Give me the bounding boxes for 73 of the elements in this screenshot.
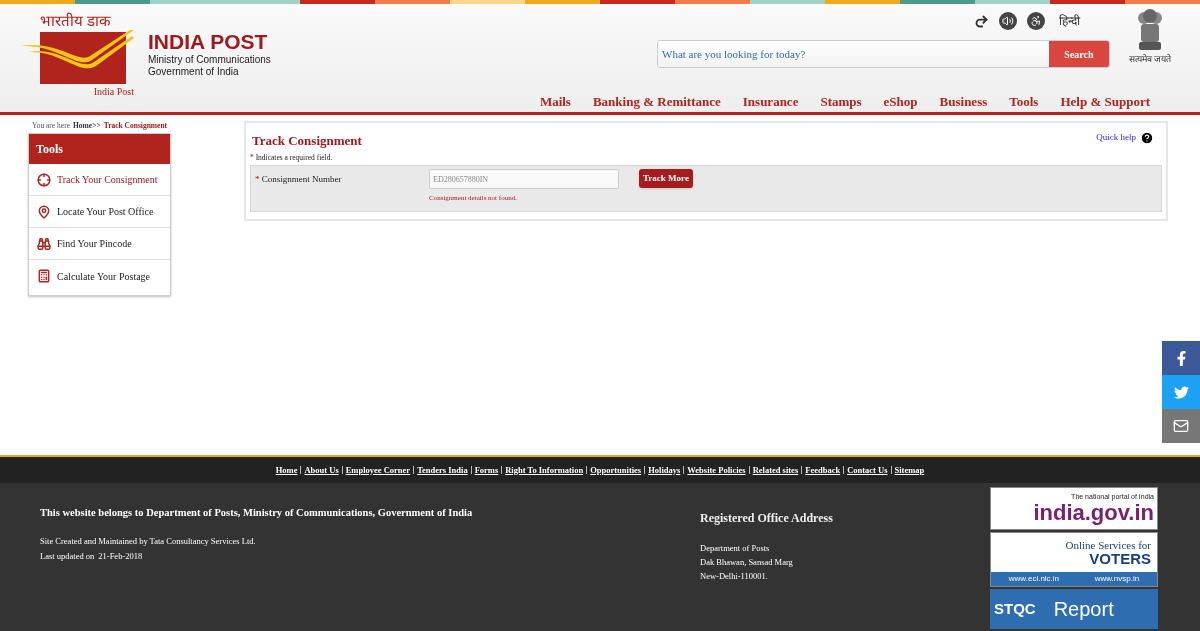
twitter-icon [1173, 384, 1189, 400]
sidebar-item[interactable]: Locate Your Post Office [29, 196, 170, 228]
quick-help-link[interactable]: Quick help [1096, 131, 1154, 145]
footer-link[interactable]: Employee Corner [345, 463, 411, 477]
footer-link[interactable]: Right To Information [505, 463, 584, 477]
tools-header: Tools [29, 134, 170, 164]
footer-link[interactable]: Sitemap [894, 463, 925, 477]
facebook-share-button[interactable] [1162, 341, 1200, 375]
speaker-icon [1002, 15, 1014, 27]
stqc-label: STQC [994, 598, 1036, 619]
email-share-button[interactable] [1162, 409, 1200, 443]
footer-link[interactable]: Website Policies [687, 463, 746, 477]
footer-link[interactable]: Feedback [805, 463, 841, 477]
sidebar-item[interactable]: Calculate Your Postage [29, 260, 170, 292]
twitter-share-button[interactable] [1162, 375, 1200, 409]
logo-caption: India Post [93, 86, 134, 98]
stqc-report-banner[interactable]: STQC Report [990, 589, 1158, 629]
emblem-motto: सत्यमेव जयते [1128, 54, 1172, 64]
help-icon [1140, 131, 1154, 145]
redo-icon[interactable] [974, 13, 989, 29]
site-subtitle: Ministry of Communications [148, 54, 271, 66]
nav-link[interactable]: Help & Support [1060, 94, 1150, 110]
address-line: Dak Bhawan, Sansad Marg [700, 556, 794, 569]
report-label: Report [1053, 597, 1114, 622]
voters-line: Online Services for [1065, 538, 1151, 551]
search-bar[interactable]: What are you looking for today? Search [657, 40, 1110, 68]
footer-link[interactable]: Holidays [648, 463, 681, 477]
voters-word: VOTERS [1089, 550, 1151, 567]
envelope-icon [1173, 418, 1189, 434]
footer-link[interactable]: Forms [474, 463, 499, 477]
site-title: INDIA POST [148, 30, 269, 54]
binoculars-icon [37, 236, 51, 251]
nav-link[interactable]: Business [939, 94, 988, 110]
voters-site: www.eci.nic.in [1008, 573, 1060, 585]
footer-link[interactable]: Tenders India [417, 463, 468, 477]
crosshair-icon [37, 172, 51, 187]
accessibility-button[interactable] [1027, 12, 1045, 30]
address-line: Department of Posts [700, 542, 771, 555]
footer-link[interactable]: About Us [304, 463, 339, 477]
search-field[interactable]: What are you looking for today? [658, 41, 1049, 67]
nav-link[interactable]: Stamps [820, 94, 862, 110]
form-title: Track Consignment [252, 133, 362, 149]
nav-link[interactable]: Tools [1009, 94, 1039, 110]
audio-button[interactable] [999, 12, 1017, 30]
sidebar-item[interactable]: Find Your Pincode [29, 228, 170, 260]
search-button[interactable]: Search [1049, 41, 1109, 67]
track-more-button[interactable]: Track More [639, 169, 693, 188]
wheelchair-icon [1030, 15, 1042, 27]
maintainer-text: Site Created and Maintained by Tata Consultancy Services Ltd. [40, 534, 257, 548]
voters-banner[interactable]: Online Services for VOTERS www.eci.nic.in www.nvsp.in [990, 532, 1158, 587]
site-subtitle: Government of India [148, 66, 240, 78]
calculator-icon [37, 269, 51, 283]
footer-link[interactable]: Contact Us [847, 463, 888, 477]
field-label: * Consignment Number [254, 173, 343, 186]
ownership-text: This website belongs to Department of Posts, Ministry of Communications, Government of India [40, 506, 474, 520]
portal-name: india.gov.in [1033, 500, 1154, 525]
map-pin-icon [37, 204, 51, 219]
logo-hindi-text: भारतीय डाक [40, 12, 111, 30]
nav-link[interactable]: eShop [883, 94, 918, 110]
consignment-field[interactable]: ED280657880IN [429, 169, 619, 189]
footer-link[interactable]: Opportunities [590, 463, 642, 477]
nav-link[interactable]: Banking & Remittance [592, 94, 721, 110]
address-line: New-Delhi-110001. [700, 570, 769, 583]
footer-link[interactable]: Home [275, 463, 298, 477]
nav-link[interactable]: Mails [539, 94, 571, 110]
address-title: Registered Office Address [700, 510, 834, 527]
hindi-link[interactable]: हिन्दी [1059, 12, 1080, 30]
sidebar-item[interactable]: Track Your Consignment [29, 164, 170, 196]
footer-link[interactable]: Related sites [752, 463, 799, 477]
nav-link[interactable]: Insurance [742, 94, 799, 110]
last-updated-label: Last updated on [40, 549, 95, 563]
voters-site: www.nvsp.in [1094, 573, 1140, 585]
last-updated-date: 21-Feb-2018 [98, 549, 143, 563]
